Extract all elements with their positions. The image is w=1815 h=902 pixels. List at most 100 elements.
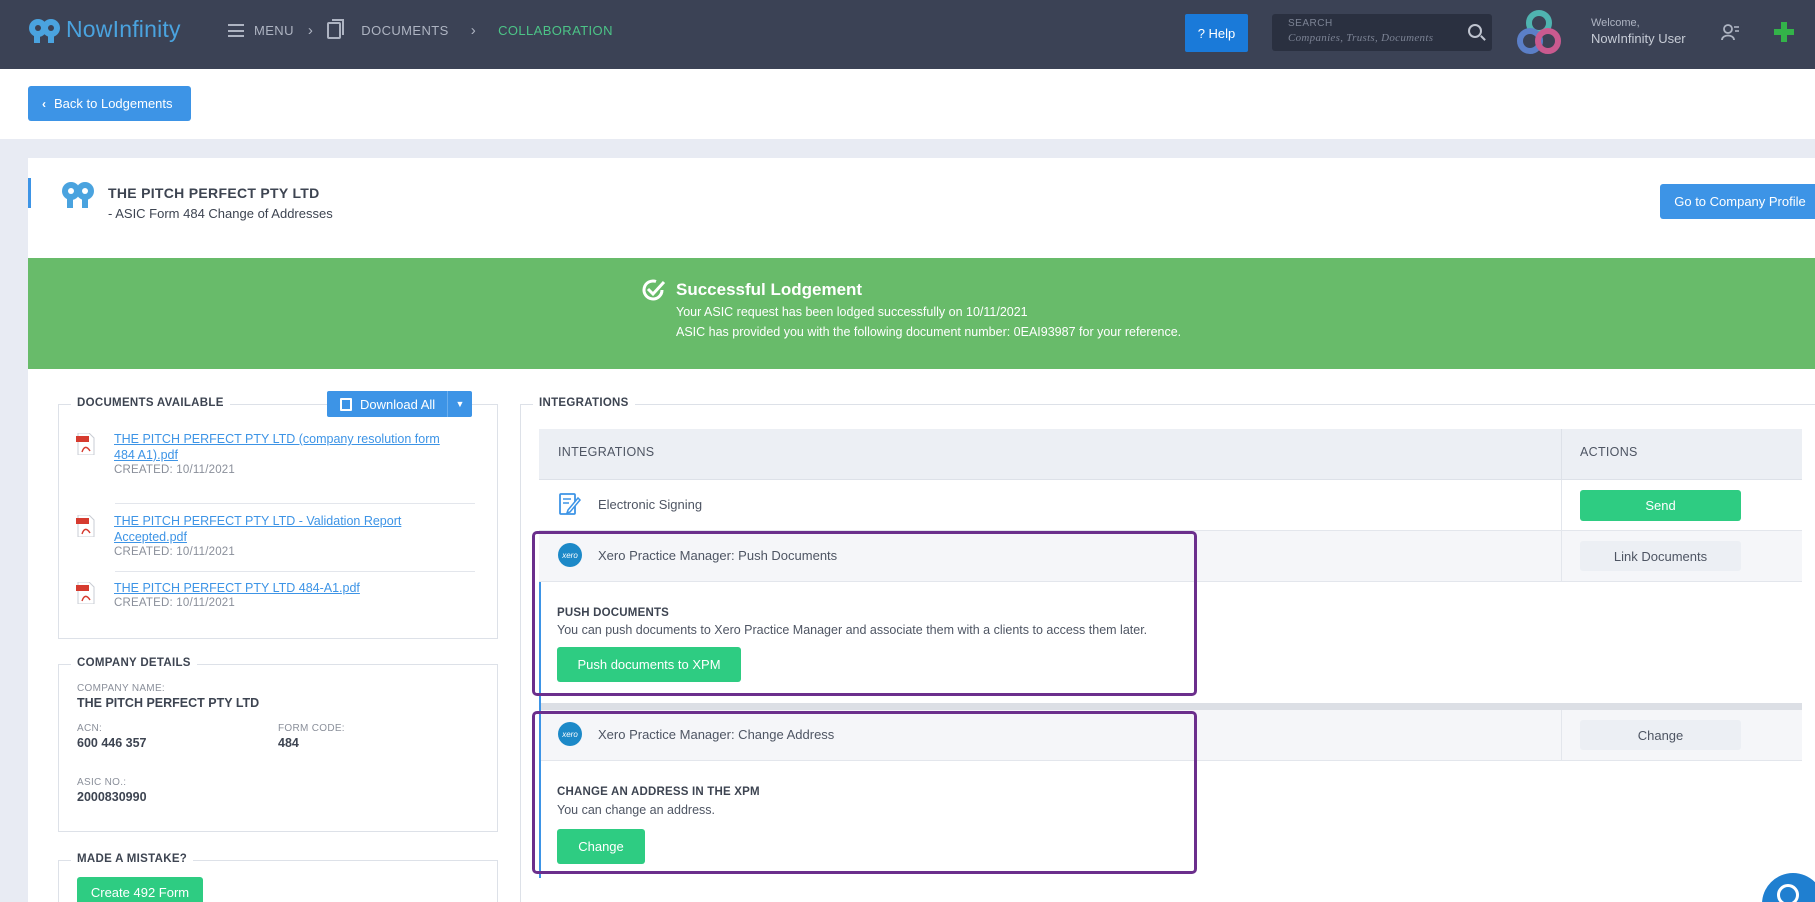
company-title: THE PITCH PERFECT PTY LTD (108, 185, 320, 201)
document-item: THE PITCH PERFECT PTY LTD - Validation R… (76, 513, 486, 563)
change-action-button[interactable]: Change (1580, 720, 1741, 750)
pdf-icon (76, 515, 95, 537)
welcome-label: Welcome, (1591, 17, 1640, 29)
user-settings-icon[interactable] (1721, 23, 1739, 41)
chevron-right-icon: › (307, 22, 314, 39)
company-icon (62, 182, 94, 208)
column-divider (1561, 710, 1562, 760)
section-divider (539, 703, 1802, 710)
download-all-button[interactable]: Download All ▼ (327, 391, 472, 417)
document-created: CREATED: 10/11/2021 (114, 464, 235, 476)
divider (115, 571, 475, 572)
user-name: NowInfinity User (1591, 31, 1686, 46)
success-message: Your ASIC request has been lodged succes… (676, 305, 1028, 319)
add-icon[interactable] (1774, 22, 1794, 42)
menu-link[interactable]: MENU (254, 23, 294, 38)
back-button-label: Back to Lodgements (54, 96, 173, 111)
link-documents-button[interactable]: Link Documents (1580, 541, 1741, 571)
acn-value: 600 446 357 (77, 736, 147, 750)
xero-icon: xero (558, 543, 582, 567)
table-row: xero Xero Practice Manager: Change Addre… (539, 710, 1802, 761)
active-row-indicator (539, 582, 541, 724)
search-label: SEARCH (1288, 18, 1333, 29)
document-item: THE PITCH PERFECT PTY LTD 484-A1.pdf CRE… (76, 580, 486, 616)
send-button[interactable]: Send (1580, 490, 1741, 521)
column-header-integrations: INTEGRATIONS (558, 445, 655, 459)
documents-link[interactable]: DOCUMENTS (361, 23, 448, 38)
check-circle-icon (642, 279, 666, 301)
logo-icon (29, 18, 60, 43)
create-492-form-button[interactable]: Create 492 Form (77, 877, 203, 902)
asic-no-label: ASIC NO.: (77, 777, 127, 788)
column-header-actions: ACTIONS (1580, 445, 1638, 459)
documents-panel: DOCUMENTS AVAILABLE THE PITCH PERFECT PT… (58, 397, 498, 639)
change-address-button[interactable]: Change (557, 829, 645, 864)
back-to-lodgements-button[interactable]: ‹ Back to Lodgements (28, 86, 191, 121)
electronic-signing-icon (559, 493, 582, 515)
table-header: INTEGRATIONS ACTIONS (539, 429, 1802, 480)
push-documents-panel: PUSH DOCUMENTS You can push documents to… (539, 582, 1802, 703)
title-accent-bar (28, 178, 31, 208)
back-bar: ‹ Back to Lodgements (0, 69, 1815, 139)
xero-icon: xero (558, 722, 582, 746)
document-created: CREATED: 10/11/2021 (114, 597, 235, 609)
breadcrumb: MENU › DOCUMENTS › COLLABORATION (228, 19, 613, 39)
table-row: Electronic Signing Send (539, 480, 1802, 531)
company-name-label: COMPANY NAME: (77, 683, 165, 694)
push-documents-heading: PUSH DOCUMENTS (557, 607, 670, 619)
column-divider (1561, 531, 1562, 581)
mistake-legend: MADE A MISTAKE? (71, 853, 194, 865)
company-details-panel: COMPANY DETAILS COMPANY NAME: THE PITCH … (58, 657, 498, 832)
document-link[interactable]: THE PITCH PERFECT PTY LTD 484-A1.pdf (114, 580, 444, 596)
menu-icon[interactable] (228, 24, 244, 37)
collaboration-link[interactable]: COLLABORATION (498, 23, 613, 38)
success-banner: Successful Lodgement Your ASIC request h… (28, 258, 1815, 369)
pdf-icon (76, 433, 95, 455)
download-icon (340, 397, 352, 411)
chat-icon (1777, 884, 1799, 902)
push-documents-to-xpm-button[interactable]: Push documents to XPM (557, 647, 741, 682)
search-input[interactable]: Companies, Trusts, Documents (1288, 32, 1433, 44)
integration-label: Xero Practice Manager: Push Documents (598, 548, 838, 563)
top-navigation-bar: NowInfinity MENU › DOCUMENTS › COLLABORA… (0, 0, 1815, 69)
pdf-icon (76, 582, 95, 604)
integrations-legend: INTEGRATIONS (533, 397, 635, 409)
logo-text: NowInfinity (66, 16, 181, 42)
document-link[interactable]: THE PITCH PERFECT PTY LTD - Validation R… (114, 513, 404, 545)
success-title: Successful Lodgement (676, 280, 863, 299)
push-documents-text: You can push documents to Xero Practice … (557, 623, 1148, 637)
search-icon[interactable] (1468, 24, 1482, 38)
company-details-legend: COMPANY DETAILS (71, 657, 197, 669)
form-code-label: FORM CODE: (278, 723, 345, 734)
change-address-panel: CHANGE AN ADDRESS IN THE XPM You can cha… (539, 761, 1802, 886)
brand-mark-icon (1517, 10, 1561, 54)
help-button[interactable]: ? Help (1185, 14, 1248, 52)
documents-icon (327, 19, 345, 39)
column-divider (1561, 480, 1562, 530)
welcome-block: Welcome, NowInfinity User (1591, 17, 1686, 46)
documents-legend: DOCUMENTS AVAILABLE (71, 397, 230, 409)
document-number-message: ASIC has provided you with the following… (676, 325, 1182, 339)
document-item: THE PITCH PERFECT PTY LTD (company resol… (76, 431, 486, 481)
document-link[interactable]: THE PITCH PERFECT PTY LTD (company resol… (114, 431, 444, 463)
table-row: xero Xero Practice Manager: Push Documen… (539, 531, 1802, 582)
divider (115, 503, 475, 504)
search-box[interactable]: SEARCH Companies, Trusts, Documents (1272, 14, 1492, 51)
chevron-left-icon: ‹ (42, 96, 46, 111)
company-name-value: THE PITCH PERFECT PTY LTD (77, 696, 260, 710)
nowinfinity-logo[interactable]: NowInfinity (28, 16, 181, 43)
go-to-company-profile-button[interactable]: Go to Company Profile (1660, 184, 1815, 219)
form-subtitle: - ASIC Form 484 Change of Addresses (108, 206, 333, 221)
change-address-text: You can change an address. (557, 803, 715, 817)
chevron-down-icon[interactable]: ▼ (447, 391, 472, 417)
column-divider (1561, 429, 1562, 479)
download-all-label: Download All (360, 396, 436, 412)
integration-label: Xero Practice Manager: Change Address (598, 727, 835, 742)
form-code-value: 484 (278, 736, 299, 750)
active-row-indicator (539, 710, 541, 878)
change-address-heading: CHANGE AN ADDRESS IN THE XPM (557, 786, 760, 798)
asic-no-value: 2000830990 (77, 790, 147, 804)
document-created: CREATED: 10/11/2021 (114, 546, 235, 558)
acn-label: ACN: (77, 723, 103, 734)
integration-label: Electronic Signing (598, 497, 703, 512)
